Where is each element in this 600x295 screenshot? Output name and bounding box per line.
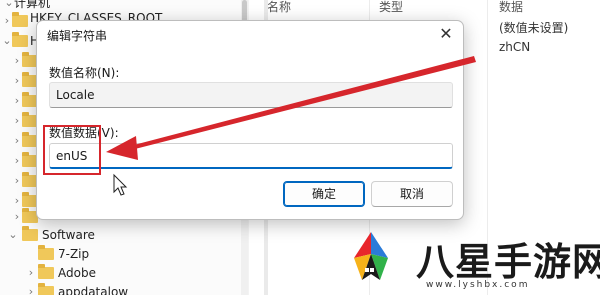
column-header-name[interactable]: 名称 — [267, 0, 291, 14]
cancel-button[interactable]: 取消 — [371, 181, 453, 207]
value-data-input[interactable]: enUS — [49, 143, 453, 169]
chevron-right-icon[interactable]: › — [24, 283, 38, 295]
folder-icon — [22, 226, 38, 241]
logo-icon — [354, 232, 388, 280]
column-header-data[interactable]: 数据 — [499, 0, 523, 14]
chevron-down-icon[interactable]: ⌄ — [6, 226, 20, 244]
folder-icon — [38, 245, 54, 260]
folder-icon — [38, 283, 54, 295]
ok-button[interactable]: 确定 — [283, 181, 365, 207]
folder-icon — [12, 12, 28, 27]
tree-item-adobe[interactable]: › Adobe — [0, 264, 240, 282]
chevron-right-icon[interactable]: › — [24, 264, 38, 282]
watermark-title: 八星手游网 — [416, 240, 600, 284]
value-name-label: 数值名称(N): — [49, 66, 120, 80]
highlight-box — [43, 125, 101, 175]
tree-item-software[interactable]: ⌄ Software — [0, 226, 240, 244]
value-name-field[interactable]: Locale — [49, 82, 453, 108]
tree-item-label: Software — [42, 228, 95, 242]
list-item-data: (数值未设置) — [499, 21, 569, 35]
column-header-type[interactable]: 类型 — [379, 0, 403, 14]
watermark-url: www.lyshbx.com — [426, 280, 530, 290]
tree-item-label: Adobe — [58, 266, 96, 280]
edit-string-dialog: 编辑字符串 ✕ 数值名称(N): Locale 数值数据(V): enUS 确定… — [36, 20, 464, 220]
close-icon[interactable]: ✕ — [435, 23, 457, 45]
watermark-logo: 八星手游网 www.lyshbx.com — [328, 228, 600, 295]
folder-icon — [12, 32, 28, 47]
folder-icon — [38, 264, 54, 279]
scrollbar-thumb[interactable] — [242, 0, 247, 22]
tree-item-label: appdatalow — [58, 285, 129, 295]
tree-item-label: 7-Zip — [58, 247, 90, 261]
list-item-data: zhCN — [499, 40, 531, 54]
tree-item-appdatalow[interactable]: › appdatalow — [0, 283, 240, 295]
tree-item-7zip[interactable]: 7-Zip — [0, 245, 240, 263]
dialog-title: 编辑字符串 — [47, 29, 108, 43]
